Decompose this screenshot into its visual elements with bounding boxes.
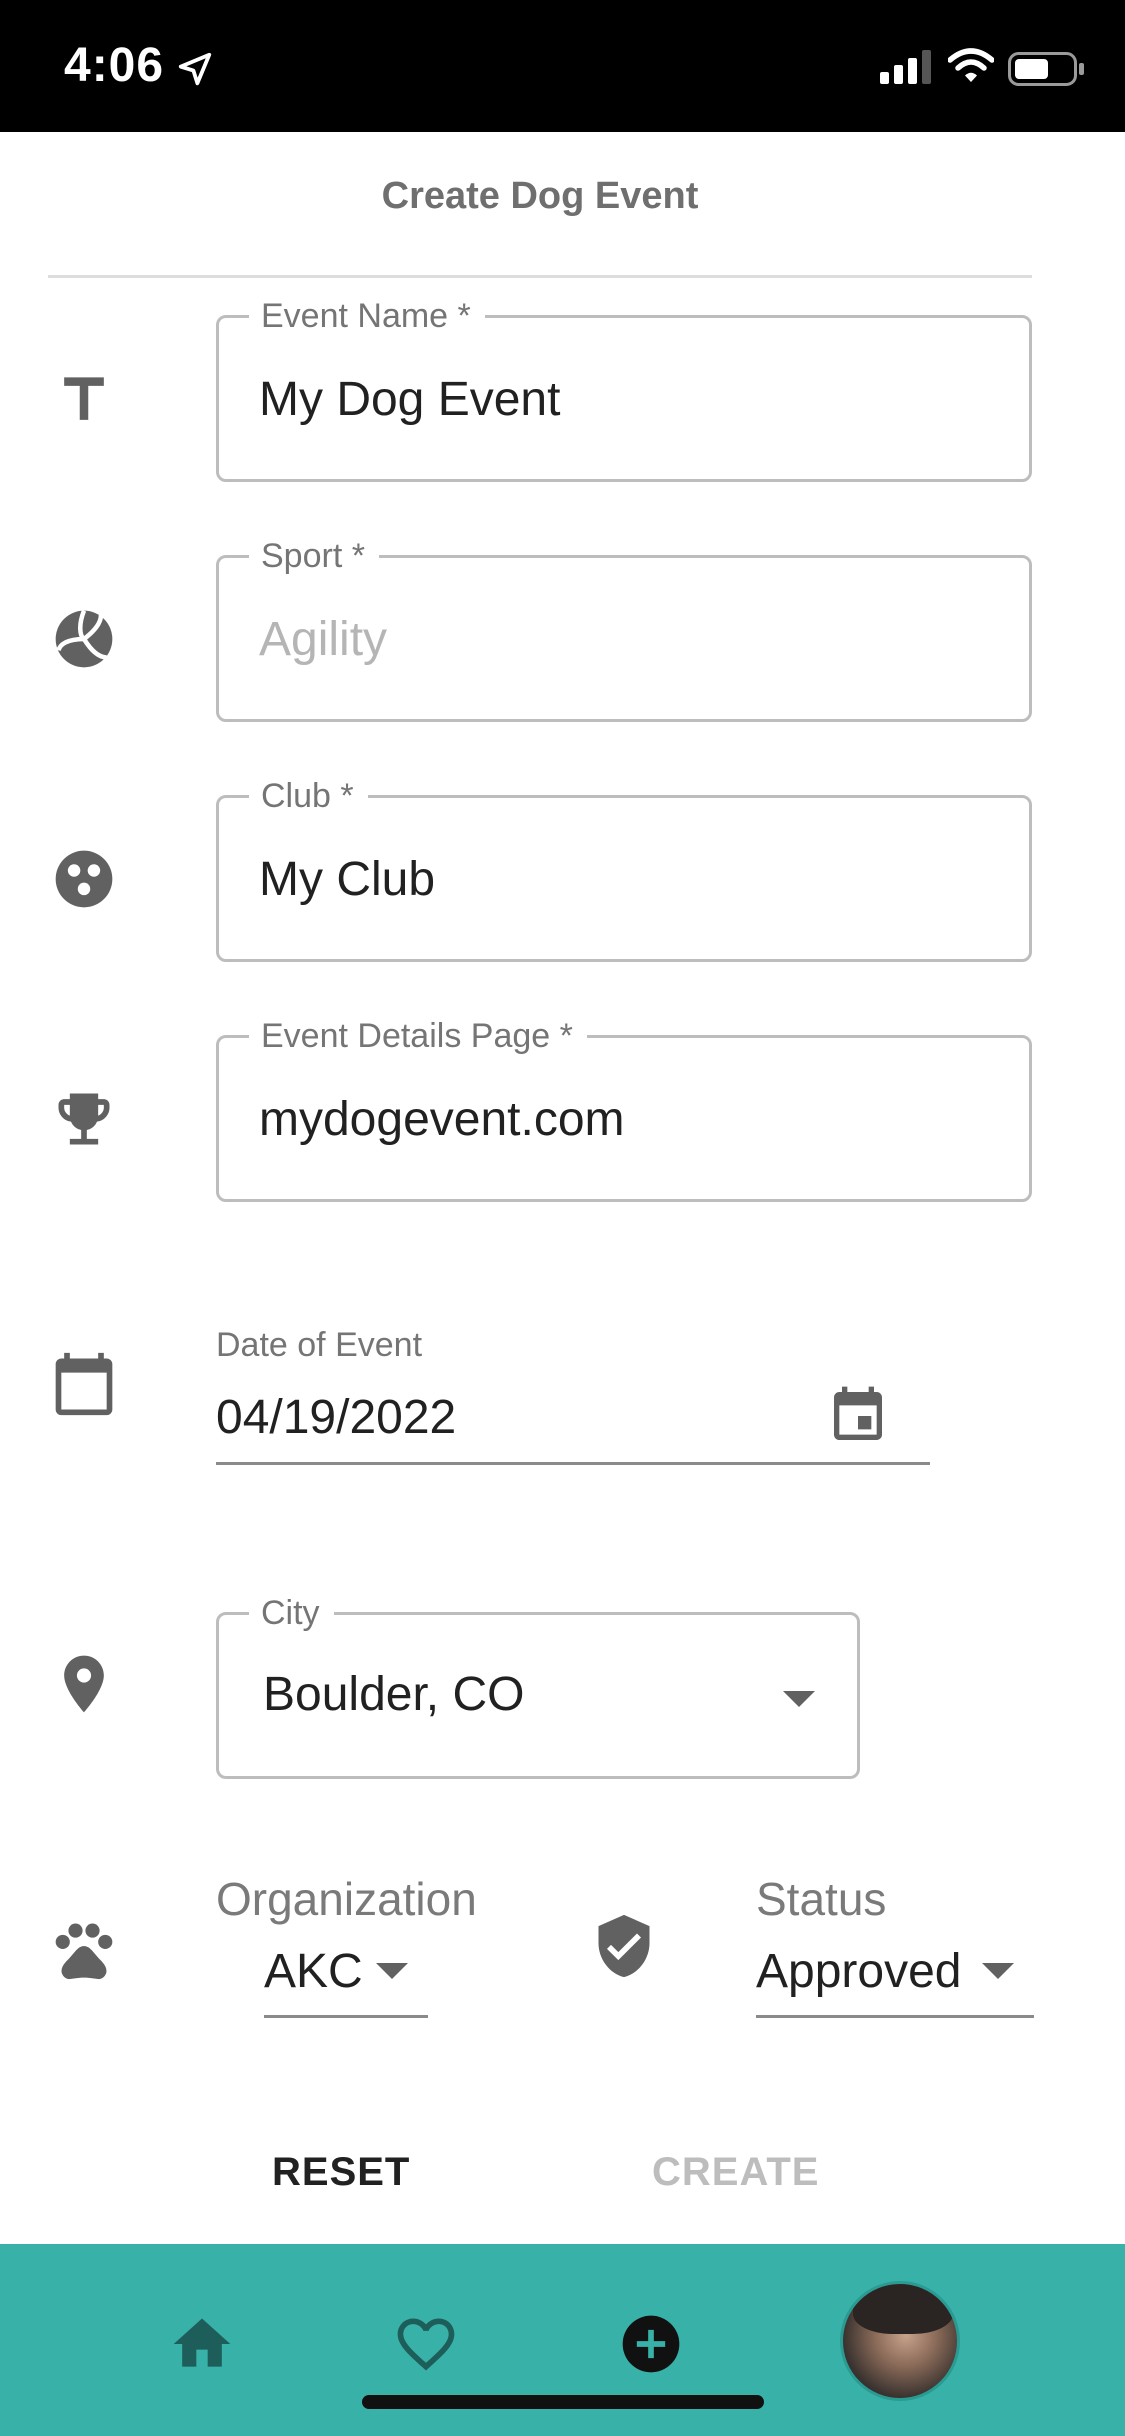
- organization-value[interactable]: AKC: [264, 1944, 363, 1999]
- sport-field[interactable]: Sport * Agility: [216, 536, 1032, 722]
- add-circle-icon[interactable]: [617, 2310, 685, 2383]
- event-details-field[interactable]: Event Details Page * mydogevent.com: [216, 1016, 1032, 1202]
- city-value[interactable]: Boulder, CO: [263, 1667, 524, 1722]
- date-label: Date of Event: [216, 1326, 423, 1364]
- avatar[interactable]: [840, 2281, 960, 2401]
- home-icon[interactable]: [168, 2310, 236, 2383]
- reset-button[interactable]: RESET: [272, 2150, 410, 2195]
- organization-underline: [264, 2015, 428, 2018]
- calendar-icon: [50, 1350, 118, 1418]
- status-time: 4:06: [64, 39, 165, 92]
- status-value[interactable]: Approved: [756, 1944, 961, 1999]
- organization-chevron-down-icon[interactable]: [376, 1963, 408, 1979]
- sport-value[interactable]: Agility: [259, 610, 387, 670]
- club-value[interactable]: My Club: [259, 850, 435, 910]
- paw-icon: [50, 1915, 118, 1983]
- chevron-down-icon[interactable]: [783, 1691, 815, 1707]
- status-underline: [756, 2015, 1034, 2018]
- status-chevron-down-icon[interactable]: [982, 1963, 1014, 1979]
- location-arrow-icon: [176, 50, 214, 93]
- event-name-value[interactable]: My Dog Event: [259, 370, 560, 430]
- city-label: City: [249, 1593, 334, 1633]
- date-underline: [216, 1462, 930, 1465]
- cellular-signal-icon: [880, 50, 934, 89]
- event-details-value[interactable]: mydogevent.com: [259, 1090, 625, 1150]
- avatar-hair: [853, 2284, 953, 2334]
- volleyball-icon: [50, 605, 118, 673]
- club-field[interactable]: Club * My Club: [216, 776, 1032, 962]
- shield-check-icon: [590, 1912, 658, 1980]
- event-name-field[interactable]: Event Name * My Dog Event: [216, 296, 1032, 482]
- status-bar: 4:06: [0, 0, 1125, 132]
- organization-label: Organization: [216, 1873, 477, 1925]
- wifi-icon: [947, 48, 995, 89]
- location-pin-icon: [50, 1650, 118, 1718]
- city-select[interactable]: City Boulder, CO: [216, 1593, 860, 1779]
- event-name-label: Event Name *: [249, 296, 485, 336]
- club-label: Club *: [249, 776, 368, 816]
- header-divider: [48, 275, 1032, 278]
- date-value[interactable]: 04/19/2022: [216, 1390, 456, 1445]
- heart-icon[interactable]: [392, 2310, 460, 2383]
- page-title: Create Dog Event: [381, 175, 699, 217]
- group-icon: [50, 845, 118, 913]
- date-picker-icon[interactable]: [826, 1384, 890, 1448]
- title-icon: [50, 366, 118, 434]
- sport-label: Sport *: [249, 536, 379, 576]
- home-indicator: [362, 2395, 764, 2409]
- create-button[interactable]: CREATE: [652, 2150, 819, 2195]
- battery-icon: [1008, 52, 1086, 91]
- trophy-icon: [50, 1085, 118, 1153]
- event-details-label: Event Details Page *: [249, 1016, 587, 1056]
- status-label: Status: [756, 1873, 887, 1925]
